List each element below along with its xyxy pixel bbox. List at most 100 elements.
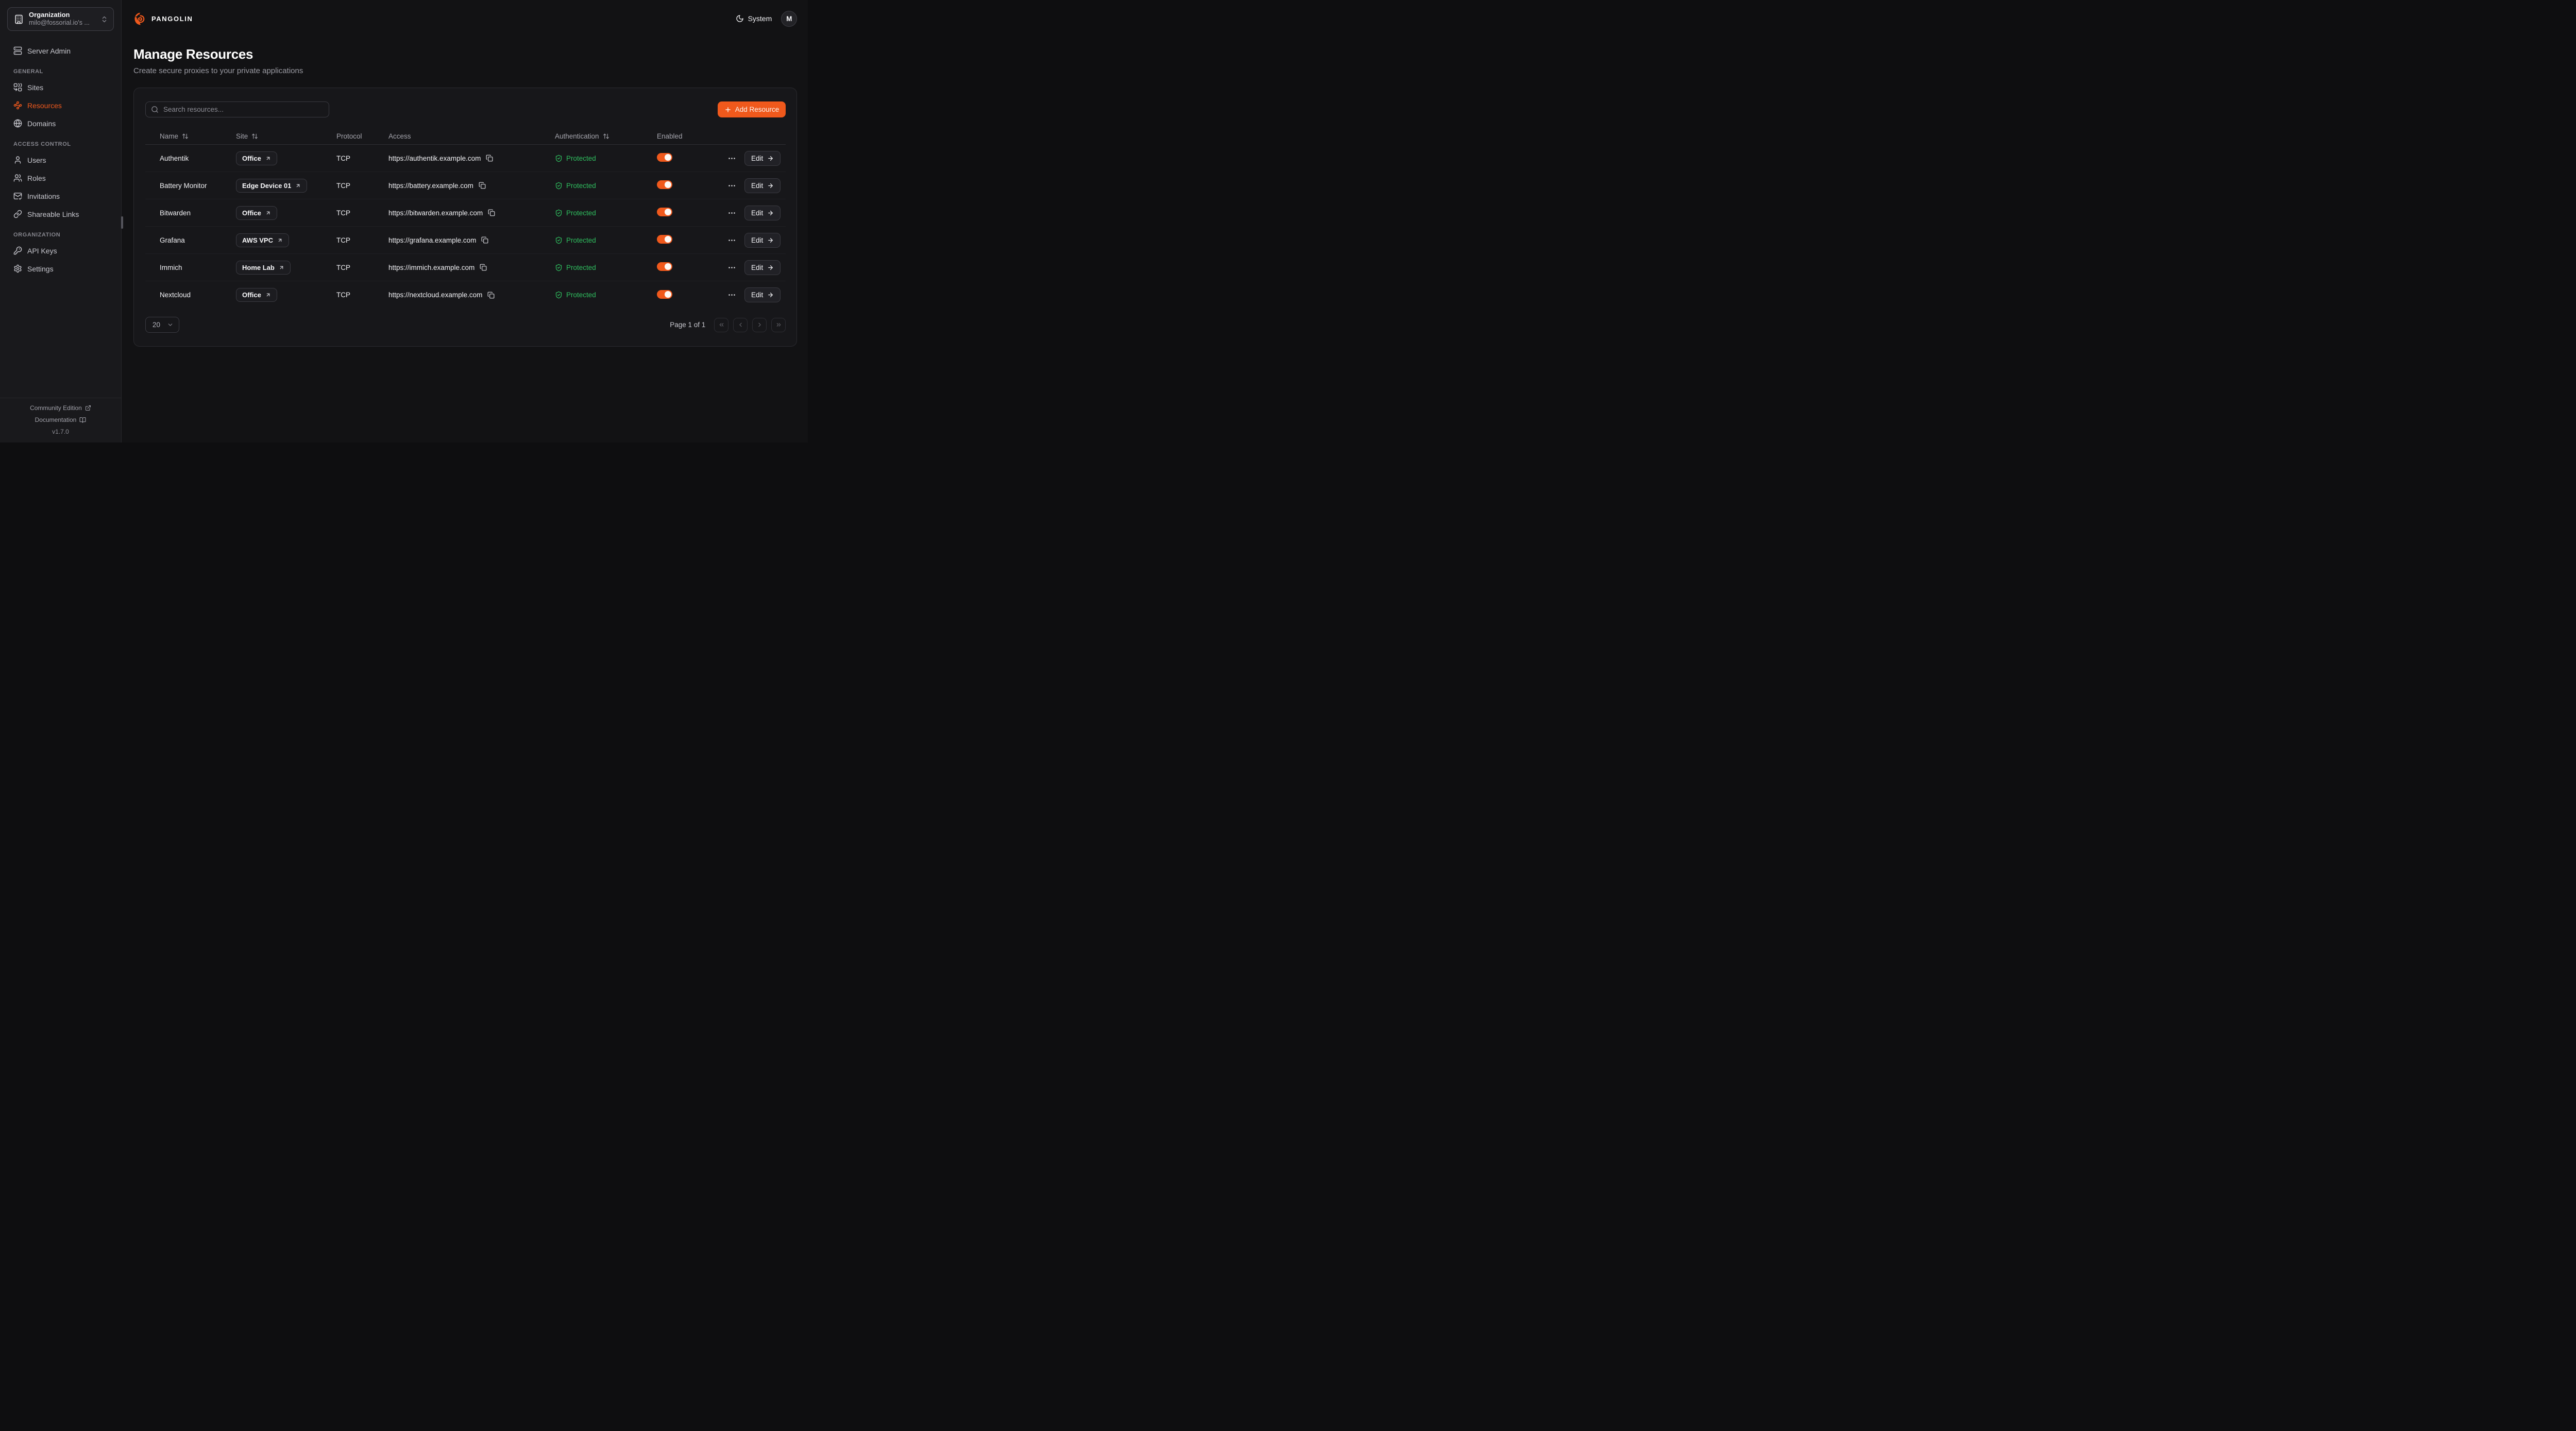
previous-page-button[interactable] bbox=[733, 318, 748, 332]
edit-button[interactable]: Edit bbox=[744, 151, 781, 166]
sidebar-footer: Community Edition Documentation v1.7.0 bbox=[0, 398, 121, 442]
sidebar-item-label: Shareable Links bbox=[27, 210, 79, 218]
enabled-toggle[interactable] bbox=[657, 208, 672, 216]
page-size-select[interactable]: 20 bbox=[145, 317, 179, 333]
user-icon bbox=[13, 156, 22, 164]
sidebar-item-sites[interactable]: Sites bbox=[7, 79, 114, 96]
sort-icon[interactable] bbox=[182, 133, 189, 140]
sidebar-item-users[interactable]: Users bbox=[7, 151, 114, 168]
first-page-button[interactable] bbox=[714, 318, 728, 332]
enabled-toggle[interactable] bbox=[657, 262, 672, 271]
sidebar-item-shareable-links[interactable]: Shareable Links bbox=[7, 206, 114, 223]
section-label-general: GENERAL bbox=[7, 69, 114, 75]
sidebar-item-invitations[interactable]: Invitations bbox=[7, 188, 114, 205]
column-header-label: Enabled bbox=[657, 132, 683, 140]
edit-button[interactable]: Edit bbox=[744, 206, 781, 220]
site-link-button[interactable]: AWS VPC bbox=[236, 233, 289, 247]
arrow-right-icon bbox=[767, 264, 774, 271]
sidebar-item-label: Sites bbox=[27, 83, 43, 92]
edit-button[interactable]: Edit bbox=[744, 178, 781, 193]
enabled-toggle[interactable] bbox=[657, 235, 672, 244]
site-link-button[interactable]: Office bbox=[236, 206, 277, 220]
row-menu-button[interactable] bbox=[727, 291, 736, 299]
search-input[interactable] bbox=[145, 101, 329, 117]
copy-icon bbox=[488, 209, 495, 216]
globe-icon bbox=[13, 119, 22, 128]
shield-check-icon bbox=[555, 155, 563, 162]
row-menu-button[interactable] bbox=[727, 181, 736, 190]
copy-url-button[interactable] bbox=[486, 155, 493, 162]
copy-url-button[interactable] bbox=[487, 292, 495, 299]
plus-icon bbox=[724, 106, 732, 113]
copy-url-button[interactable] bbox=[479, 182, 486, 189]
arrow-right-icon bbox=[767, 182, 774, 189]
copy-icon bbox=[481, 236, 488, 244]
page-subtitle: Create secure proxies to your private ap… bbox=[133, 66, 797, 75]
copy-url-button[interactable] bbox=[488, 209, 495, 216]
row-menu-button[interactable] bbox=[727, 209, 736, 217]
chevrons-right-icon bbox=[775, 321, 782, 328]
edit-button[interactable]: Edit bbox=[744, 287, 781, 302]
add-resource-button[interactable]: Add Resource bbox=[718, 101, 786, 117]
sort-icon[interactable] bbox=[251, 133, 258, 140]
copy-url-button[interactable] bbox=[480, 264, 487, 271]
sidebar-item-server-admin[interactable]: Server Admin bbox=[7, 42, 114, 59]
sidebar-item-domains[interactable]: Domains bbox=[7, 115, 114, 132]
auth-status-badge: Protected bbox=[555, 236, 657, 244]
site-link-button[interactable]: Office bbox=[236, 151, 277, 165]
copy-icon bbox=[479, 182, 486, 189]
site-link-button[interactable]: Home Lab bbox=[236, 261, 291, 275]
chevron-left-icon bbox=[737, 321, 744, 328]
shield-check-icon bbox=[555, 209, 563, 217]
avatar[interactable]: M bbox=[781, 11, 797, 27]
org-selector[interactable]: Organization milo@fossorial.io's ... bbox=[7, 7, 114, 31]
table-row: Immich Home Lab TCP https://immich.examp… bbox=[145, 254, 786, 281]
building-icon bbox=[14, 14, 24, 24]
auth-status-label: Protected bbox=[566, 264, 596, 271]
theme-switcher[interactable]: System bbox=[736, 14, 772, 23]
auth-status-label: Protected bbox=[566, 182, 596, 190]
copy-url-button[interactable] bbox=[481, 236, 488, 244]
resource-protocol: TCP bbox=[336, 236, 388, 244]
community-edition-link[interactable]: Community Edition bbox=[5, 404, 116, 412]
sidebar-resize-handle[interactable] bbox=[121, 216, 123, 229]
toggle-knob bbox=[665, 236, 671, 243]
sidebar-item-label: API Keys bbox=[27, 247, 57, 255]
auth-status-badge: Protected bbox=[555, 209, 657, 217]
edit-label: Edit bbox=[751, 264, 763, 271]
row-menu-button[interactable] bbox=[727, 154, 736, 163]
table-row: Nextcloud Office TCP https://nextcloud.e… bbox=[145, 281, 786, 309]
site-link-button[interactable]: Edge Device 01 bbox=[236, 179, 307, 193]
sidebar-item-label: Settings bbox=[27, 265, 54, 273]
brand-name: PANGOLIN bbox=[151, 15, 193, 23]
sidebar-item-api-keys[interactable]: API Keys bbox=[7, 242, 114, 259]
sidebar-item-settings[interactable]: Settings bbox=[7, 260, 114, 277]
sidebar-item-resources[interactable]: Resources bbox=[7, 97, 114, 114]
sidebar-item-roles[interactable]: Roles bbox=[7, 169, 114, 186]
section-label-organization: ORGANIZATION bbox=[7, 232, 114, 238]
shield-check-icon bbox=[555, 182, 563, 190]
documentation-link[interactable]: Documentation bbox=[5, 416, 116, 423]
site-name: Office bbox=[242, 291, 261, 299]
enabled-toggle[interactable] bbox=[657, 180, 672, 189]
row-menu-button[interactable] bbox=[727, 263, 736, 272]
site-name: Office bbox=[242, 209, 261, 217]
last-page-button[interactable] bbox=[771, 318, 786, 332]
edit-label: Edit bbox=[751, 236, 763, 244]
sort-icon[interactable] bbox=[603, 133, 609, 140]
edit-button[interactable]: Edit bbox=[744, 260, 781, 275]
site-link-button[interactable]: Office bbox=[236, 288, 277, 302]
enabled-toggle[interactable] bbox=[657, 290, 672, 299]
shield-check-icon bbox=[555, 236, 563, 244]
table-row: Battery Monitor Edge Device 01 TCP https… bbox=[145, 172, 786, 199]
main-content: PANGOLIN System M Manage Resources Creat… bbox=[122, 0, 808, 442]
next-page-button[interactable] bbox=[752, 318, 767, 332]
row-menu-button[interactable] bbox=[727, 236, 736, 245]
more-horizontal-icon bbox=[727, 154, 736, 163]
users-icon bbox=[13, 174, 22, 182]
resource-protocol: TCP bbox=[336, 291, 388, 299]
enabled-toggle[interactable] bbox=[657, 153, 672, 162]
edit-label: Edit bbox=[751, 182, 763, 190]
auth-status-label: Protected bbox=[566, 155, 596, 162]
edit-button[interactable]: Edit bbox=[744, 233, 781, 248]
